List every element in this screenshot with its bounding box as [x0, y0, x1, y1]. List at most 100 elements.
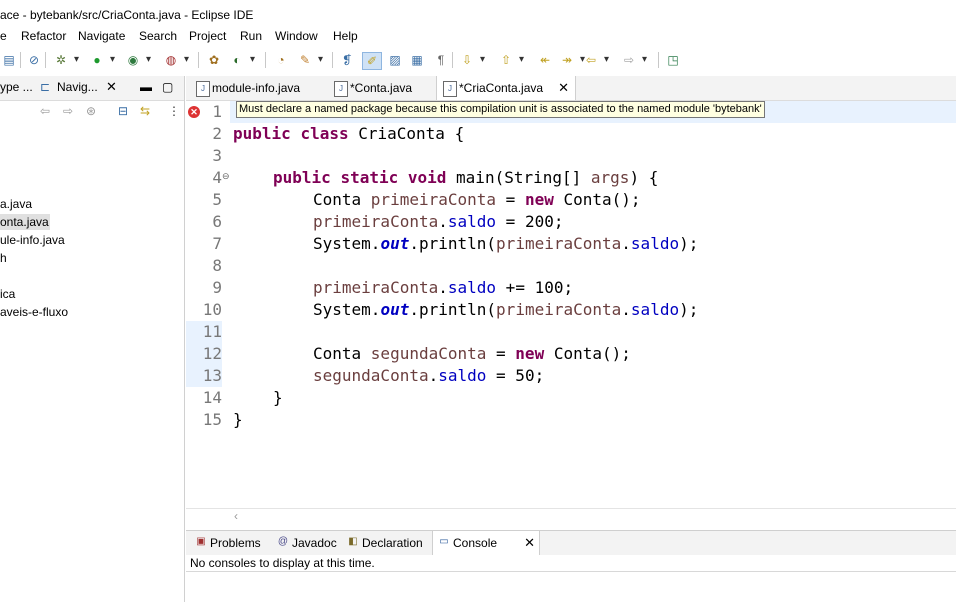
editor-tabs: J module-info.java J *Conta.java J *Cria…: [186, 76, 956, 101]
code-area[interactable]: public class CriaConta { public static v…: [233, 101, 953, 506]
minimize-icon[interactable]: ▬: [140, 80, 152, 94]
forward-history-icon[interactable]: ↠: [558, 52, 585, 68]
coverage-icon[interactable]: ◉: [124, 52, 151, 68]
back-icon[interactable]: ⇦: [582, 52, 609, 68]
code-text: Conta();: [553, 190, 641, 209]
code-text: = 50;: [486, 366, 545, 385]
toolbar-separator: [20, 52, 21, 68]
line-number: 10: [202, 300, 222, 319]
tab-navigator[interactable]: Navig...: [57, 80, 98, 94]
static-field: out: [380, 234, 410, 253]
close-icon[interactable]: ✕: [106, 79, 117, 95]
code-text: Conta: [313, 344, 371, 363]
previous-annotation-icon[interactable]: ⇧: [497, 52, 524, 68]
code-line: public class CriaConta {: [233, 123, 464, 145]
console-divider: [186, 571, 956, 572]
code-text: CriaConta {: [348, 124, 465, 143]
open-task-icon[interactable]: ✎: [296, 52, 323, 68]
code-text: .println(: [409, 300, 497, 319]
open-type-icon[interactable]: ◔: [272, 52, 290, 68]
tree-item[interactable]: ule-info.java: [0, 232, 90, 248]
up-folder-icon[interactable]: ⊛: [86, 104, 96, 118]
menu-help[interactable]: Help: [333, 29, 358, 43]
menu-edit[interactable]: e: [0, 29, 7, 43]
maximize-icon[interactable]: ▢: [162, 80, 173, 94]
external-tools-icon[interactable]: ◍: [162, 52, 189, 68]
menu-window[interactable]: Window: [275, 29, 318, 43]
tree-item[interactable]: ica: [0, 286, 30, 302]
toolbar-separator: [198, 52, 199, 68]
block-selection-icon[interactable]: ▨: [386, 52, 404, 68]
save-icon[interactable]: ▤: [0, 52, 18, 68]
variable: primeiraConta: [313, 212, 439, 231]
variable: primeiraConta: [496, 300, 622, 319]
menu-refactor[interactable]: Refactor: [21, 29, 66, 43]
keyword: public: [273, 168, 331, 187]
keyword: new: [515, 344, 545, 363]
menu-navigate[interactable]: Navigate: [78, 29, 125, 43]
code-text: .println(: [409, 234, 497, 253]
tree-item-selected[interactable]: onta.java: [0, 214, 50, 230]
next-annotation-icon[interactable]: ⇩: [458, 52, 485, 68]
tab-type-hierarchy[interactable]: ype ...: [0, 80, 33, 94]
navigator-icon: ⊏: [40, 80, 51, 94]
forward-arrow-icon[interactable]: ⇨: [63, 104, 73, 118]
word-wrap-icon[interactable]: ▦: [408, 52, 426, 68]
console-panel: No consoles to display at this time.: [186, 555, 956, 602]
paragraph-icon[interactable]: ¶: [432, 52, 450, 68]
run-icon[interactable]: ●: [88, 52, 115, 68]
bottom-panel-tabs: ▣ Problems @ Javadoc ◧ Declaration ▭ Con…: [186, 530, 956, 556]
line-number: 15: [202, 410, 222, 429]
console-message: No consoles to display at this time.: [190, 556, 375, 570]
menu-search[interactable]: Search: [139, 29, 177, 43]
tab-problems[interactable]: ▣ Problems: [190, 531, 284, 555]
menu-project[interactable]: Project: [189, 29, 226, 43]
tree-item[interactable]: h: [0, 250, 20, 266]
close-icon[interactable]: ✕: [524, 531, 535, 555]
code-text: .: [438, 212, 448, 231]
fold-icon[interactable]: ⊖: [222, 171, 230, 182]
tab-conta[interactable]: J *Conta.java: [328, 76, 440, 100]
last-edit-location-icon[interactable]: ↞: [536, 52, 554, 68]
tab-label: Console: [453, 536, 498, 550]
pin-editor-icon[interactable]: ◳: [664, 52, 682, 68]
package-explorer-panel: ype ... ⊏ Navig... ✕ ▬ ▢ ⇦ ⇨ ⊛ ⊟ ⇆ ⋮ a.j…: [0, 76, 185, 602]
close-icon[interactable]: ✕: [558, 76, 569, 100]
view-menu-icon[interactable]: ⋮: [168, 104, 180, 118]
code-text: .: [438, 278, 448, 297]
tab-console[interactable]: ▭ Console ✕: [432, 531, 540, 555]
line-number: 1: [212, 102, 222, 121]
new-java-project-icon[interactable]: ✿: [205, 52, 223, 68]
code-text: System.: [313, 234, 381, 253]
field: saldo: [447, 278, 497, 297]
code-text: ) {: [629, 168, 659, 187]
skip-breakpoints-icon[interactable]: ⊘: [25, 52, 43, 68]
variable: segundaConta: [313, 366, 429, 385]
code-text: );: [679, 234, 699, 253]
window-title: ace - bytebank/src/CriaConta.java - Ecli…: [0, 8, 254, 22]
code-line: primeiraConta.saldo += 100;: [313, 277, 573, 299]
menu-run[interactable]: Run: [240, 29, 262, 43]
forward-icon[interactable]: ⇨: [620, 52, 647, 68]
mark-occurrences-icon[interactable]: ✐: [362, 52, 382, 70]
menu-bar: e Refactor Navigate Search Project Run W…: [0, 28, 956, 48]
link-editor-icon[interactable]: ⇆: [140, 104, 150, 118]
line-number-gutter: ✕ 1 2 3 4 ⊖ 5 6 7 8 9 10 11 12 13 14 15: [186, 101, 230, 506]
back-arrow-icon[interactable]: ⇦: [40, 104, 50, 118]
new-class-icon[interactable]: ◐: [228, 52, 255, 68]
code-editor[interactable]: ✕ 1 2 3 4 ⊖ 5 6 7 8 9 10 11 12 13 14 15 …: [186, 101, 956, 506]
show-whitespace-icon[interactable]: ❡: [338, 52, 356, 68]
debug-icon[interactable]: ✲: [52, 52, 79, 68]
variable: segundaConta: [370, 344, 487, 363]
tree-item[interactable]: aveis-e-fluxo: [0, 304, 90, 320]
tab-criaconta[interactable]: J *CriaConta.java ✕: [436, 76, 576, 100]
code-text: main(String[]: [446, 168, 591, 187]
collapse-all-icon[interactable]: ⊟: [118, 104, 128, 118]
tree-item[interactable]: a.java: [0, 196, 70, 212]
horizontal-scrollbar[interactable]: ‹: [186, 508, 956, 525]
scroll-left-icon[interactable]: ‹: [234, 509, 238, 523]
java-file-icon: J: [196, 81, 210, 97]
toolbar-separator: [45, 52, 46, 68]
tab-module-info[interactable]: J module-info.java: [190, 76, 332, 100]
tab-label: Declaration: [362, 536, 423, 550]
